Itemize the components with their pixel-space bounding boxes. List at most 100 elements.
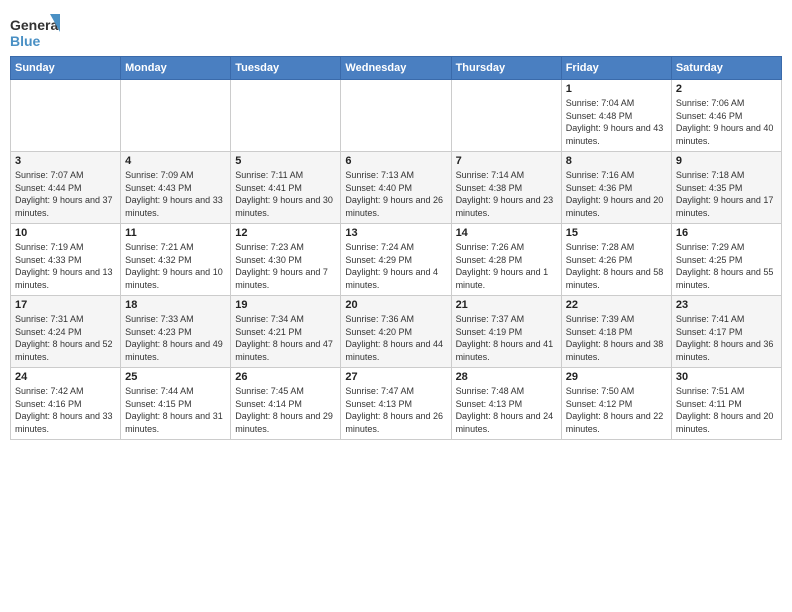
day-info: Sunrise: 7:45 AM Sunset: 4:14 PM Dayligh… [235, 385, 336, 435]
day-number: 9 [676, 155, 777, 167]
day-header-tuesday: Tuesday [231, 57, 341, 80]
day-cell: 9 Sunrise: 7:18 AM Sunset: 4:35 PM Daylig… [671, 152, 781, 224]
day-info: Sunrise: 7:18 AM Sunset: 4:35 PM Dayligh… [676, 169, 777, 219]
day-header-sunday: Sunday [11, 57, 121, 80]
day-info: Sunrise: 7:33 AM Sunset: 4:23 PM Dayligh… [125, 313, 226, 363]
week-row-3: 17 Sunrise: 7:31 AM Sunset: 4:24 PM Dayli… [11, 296, 782, 368]
day-number: 3 [15, 155, 116, 167]
day-cell: 17 Sunrise: 7:31 AM Sunset: 4:24 PM Dayli… [11, 296, 121, 368]
day-info: Sunrise: 7:23 AM Sunset: 4:30 PM Dayligh… [235, 241, 336, 291]
day-cell: 24 Sunrise: 7:42 AM Sunset: 4:16 PM Dayli… [11, 368, 121, 440]
day-info: Sunrise: 7:39 AM Sunset: 4:18 PM Dayligh… [566, 313, 667, 363]
day-number: 29 [566, 371, 667, 383]
day-info: Sunrise: 7:11 AM Sunset: 4:41 PM Dayligh… [235, 169, 336, 219]
day-number: 28 [456, 371, 557, 383]
day-header-wednesday: Wednesday [341, 57, 451, 80]
day-number: 17 [15, 299, 116, 311]
day-cell: 5 Sunrise: 7:11 AM Sunset: 4:41 PM Daylig… [231, 152, 341, 224]
day-number: 25 [125, 371, 226, 383]
day-number: 27 [345, 371, 446, 383]
day-info: Sunrise: 7:04 AM Sunset: 4:48 PM Dayligh… [566, 97, 667, 147]
day-cell: 20Sunrise: 7:36 AM Sunset: 4:20 PM Dayli… [341, 296, 451, 368]
day-number: 2 [676, 83, 777, 95]
day-number: 19 [235, 299, 336, 311]
day-number: 8 [566, 155, 667, 167]
day-info: Sunrise: 7:14 AM Sunset: 4:38 PM Dayligh… [456, 169, 557, 219]
day-info: Sunrise: 7:09 AM Sunset: 4:43 PM Dayligh… [125, 169, 226, 219]
day-number: 14 [456, 227, 557, 239]
day-number: 16 [676, 227, 777, 239]
day-info: Sunrise: 7:41 AM Sunset: 4:17 PM Dayligh… [676, 313, 777, 363]
day-cell: 13Sunrise: 7:24 AM Sunset: 4:29 PM Dayli… [341, 224, 451, 296]
header-row: SundayMondayTuesdayWednesdayThursdayFrid… [11, 57, 782, 80]
day-info: Sunrise: 7:48 AM Sunset: 4:13 PM Dayligh… [456, 385, 557, 435]
day-number: 23 [676, 299, 777, 311]
day-header-thursday: Thursday [451, 57, 561, 80]
week-row-4: 24 Sunrise: 7:42 AM Sunset: 4:16 PM Dayli… [11, 368, 782, 440]
day-cell: 1 Sunrise: 7:04 AM Sunset: 4:48 PM Daylig… [561, 80, 671, 152]
week-row-1: 3 Sunrise: 7:07 AM Sunset: 4:44 PM Daylig… [11, 152, 782, 224]
day-cell [231, 80, 341, 152]
day-cell: 14 Sunrise: 7:26 AM Sunset: 4:28 PM Dayli… [451, 224, 561, 296]
day-number: 21 [456, 299, 557, 311]
day-cell: 29 Sunrise: 7:50 AM Sunset: 4:12 PM Dayli… [561, 368, 671, 440]
day-number: 12 [235, 227, 336, 239]
day-cell: 21 Sunrise: 7:37 AM Sunset: 4:19 PM Dayli… [451, 296, 561, 368]
day-info: Sunrise: 7:37 AM Sunset: 4:19 PM Dayligh… [456, 313, 557, 363]
day-info: Sunrise: 7:31 AM Sunset: 4:24 PM Dayligh… [15, 313, 116, 363]
day-cell [121, 80, 231, 152]
day-info: Sunrise: 7:07 AM Sunset: 4:44 PM Dayligh… [15, 169, 116, 219]
day-cell [451, 80, 561, 152]
day-number: 7 [456, 155, 557, 167]
day-cell: 30 Sunrise: 7:51 AM Sunset: 4:11 PM Dayli… [671, 368, 781, 440]
svg-text:Blue: Blue [10, 33, 41, 49]
day-cell: 8 Sunrise: 7:16 AM Sunset: 4:36 PM Daylig… [561, 152, 671, 224]
day-cell [341, 80, 451, 152]
day-info: Sunrise: 7:26 AM Sunset: 4:28 PM Dayligh… [456, 241, 557, 291]
day-info: Sunrise: 7:51 AM Sunset: 4:11 PM Dayligh… [676, 385, 777, 435]
day-cell: 10 Sunrise: 7:19 AM Sunset: 4:33 PM Dayli… [11, 224, 121, 296]
day-info: Sunrise: 7:36 AM Sunset: 4:20 PM Dayligh… [345, 313, 446, 363]
day-number: 1 [566, 83, 667, 95]
day-cell [11, 80, 121, 152]
day-number: 22 [566, 299, 667, 311]
day-info: Sunrise: 7:16 AM Sunset: 4:36 PM Dayligh… [566, 169, 667, 219]
day-cell: 23 Sunrise: 7:41 AM Sunset: 4:17 PM Dayli… [671, 296, 781, 368]
week-row-2: 10 Sunrise: 7:19 AM Sunset: 4:33 PM Dayli… [11, 224, 782, 296]
svg-text:General: General [10, 17, 60, 33]
day-info: Sunrise: 7:13 AM Sunset: 4:40 PM Dayligh… [345, 169, 446, 219]
day-cell: 11 Sunrise: 7:21 AM Sunset: 4:32 PM Dayli… [121, 224, 231, 296]
day-info: Sunrise: 7:50 AM Sunset: 4:12 PM Dayligh… [566, 385, 667, 435]
day-info: Sunrise: 7:34 AM Sunset: 4:21 PM Dayligh… [235, 313, 336, 363]
day-cell: 28 Sunrise: 7:48 AM Sunset: 4:13 PM Dayli… [451, 368, 561, 440]
header: GeneralBlue [10, 10, 782, 50]
day-header-monday: Monday [121, 57, 231, 80]
day-number: 5 [235, 155, 336, 167]
day-cell: 12 Sunrise: 7:23 AM Sunset: 4:30 PM Dayli… [231, 224, 341, 296]
day-number: 10 [15, 227, 116, 239]
day-cell: 25Sunrise: 7:44 AM Sunset: 4:15 PM Dayli… [121, 368, 231, 440]
day-cell: 6Sunrise: 7:13 AM Sunset: 4:40 PM Daylig… [341, 152, 451, 224]
day-info: Sunrise: 7:47 AM Sunset: 4:13 PM Dayligh… [345, 385, 446, 435]
day-cell: 15Sunrise: 7:28 AM Sunset: 4:26 PM Dayli… [561, 224, 671, 296]
logo-svg: GeneralBlue [10, 14, 60, 50]
day-number: 11 [125, 227, 226, 239]
day-number: 30 [676, 371, 777, 383]
day-cell: 22 Sunrise: 7:39 AM Sunset: 4:18 PM Dayli… [561, 296, 671, 368]
day-cell: 3 Sunrise: 7:07 AM Sunset: 4:44 PM Daylig… [11, 152, 121, 224]
day-info: Sunrise: 7:19 AM Sunset: 4:33 PM Dayligh… [15, 241, 116, 291]
day-info: Sunrise: 7:28 AM Sunset: 4:26 PM Dayligh… [566, 241, 667, 291]
logo: GeneralBlue [10, 14, 60, 50]
day-cell: 27 Sunrise: 7:47 AM Sunset: 4:13 PM Dayli… [341, 368, 451, 440]
day-cell: 18Sunrise: 7:33 AM Sunset: 4:23 PM Dayli… [121, 296, 231, 368]
day-info: Sunrise: 7:42 AM Sunset: 4:16 PM Dayligh… [15, 385, 116, 435]
day-cell: 19 Sunrise: 7:34 AM Sunset: 4:21 PM Dayli… [231, 296, 341, 368]
day-cell: 7 Sunrise: 7:14 AM Sunset: 4:38 PM Daylig… [451, 152, 561, 224]
day-cell: 4 Sunrise: 7:09 AM Sunset: 4:43 PM Daylig… [121, 152, 231, 224]
day-number: 4 [125, 155, 226, 167]
week-row-0: 1 Sunrise: 7:04 AM Sunset: 4:48 PM Daylig… [11, 80, 782, 152]
calendar-table: SundayMondayTuesdayWednesdayThursdayFrid… [10, 56, 782, 440]
day-number: 24 [15, 371, 116, 383]
day-info: Sunrise: 7:24 AM Sunset: 4:29 PM Dayligh… [345, 241, 446, 291]
day-info: Sunrise: 7:21 AM Sunset: 4:32 PM Dayligh… [125, 241, 226, 291]
